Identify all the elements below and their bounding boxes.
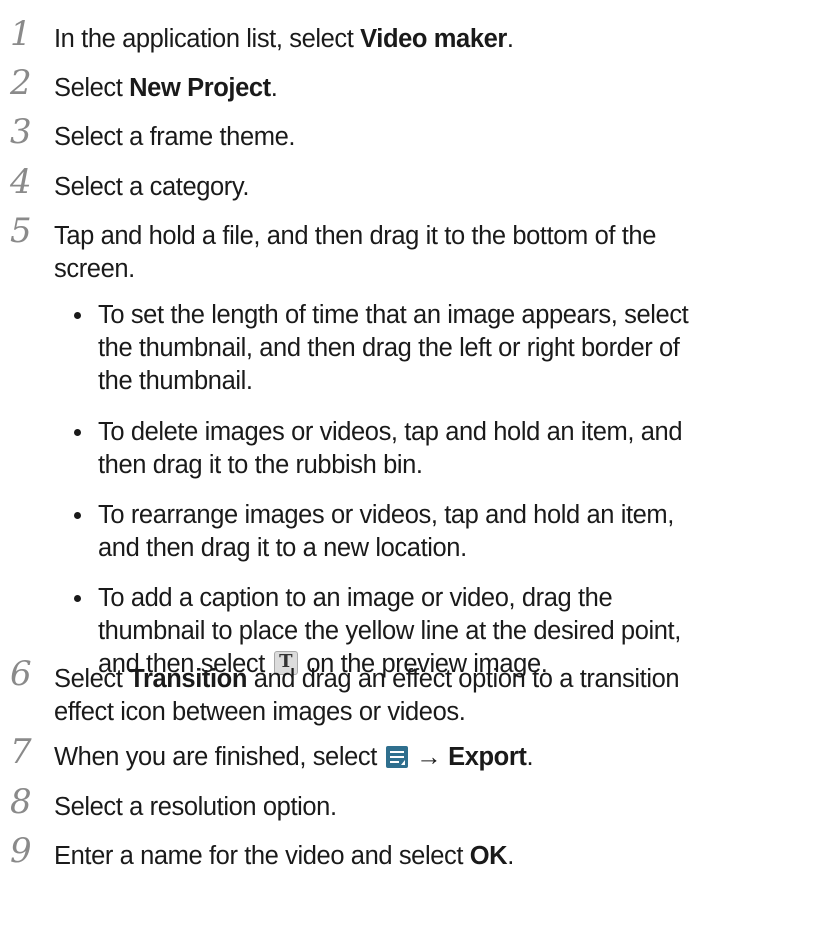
bullet-dot (74, 312, 81, 319)
step-text-line: effect icon between images or videos. (54, 698, 466, 726)
bullet-line: then drag it to the rubbish bin. (98, 451, 423, 479)
bullet-line: To delete images or videos, tap and hold… (98, 418, 683, 446)
bullet-line: the thumbnail, and then drag the left or… (98, 334, 680, 362)
bullet-line: the thumbnail. (98, 367, 253, 395)
bullet-dot (74, 429, 81, 436)
step-text-plain: Select (54, 74, 130, 102)
step-number: 3 (10, 112, 32, 152)
bullet-dot (74, 595, 81, 602)
step-text-plain: . (526, 743, 534, 771)
bullet-line: To rearrange images or videos, tap and h… (98, 501, 674, 529)
step-text-line: Tap and hold a file, and then drag it to… (54, 222, 656, 250)
bullet-item: To set the length of time that an image … (72, 298, 812, 399)
step-text: Select a resolution option. (54, 793, 337, 821)
bullet-line: thumbnail to place the yellow line at th… (98, 617, 681, 645)
step-text: Select New Project. (54, 71, 806, 106)
bullet-line: To add a caption to an image or video, d… (98, 584, 613, 612)
ui-term: New Project (129, 74, 271, 102)
step-text-plain: and drag an effect option to a transitio… (247, 665, 680, 693)
step-number: 8 (10, 782, 32, 822)
instruction-page: 1 In the application list, select Video … (0, 0, 816, 925)
step-text: In the application list, select Video ma… (54, 22, 806, 57)
step-text-plain: In the application list, select (54, 25, 361, 53)
menu-icon (385, 746, 408, 768)
arrow-glyph: → (409, 743, 449, 771)
step-text: Select a frame theme. (54, 123, 296, 151)
step-text-plain: When you are finished, select (54, 743, 384, 771)
ui-term: Video maker (360, 25, 507, 53)
step-number: 4 (10, 162, 32, 202)
bullet-line: To set the length of time that an image … (98, 301, 689, 329)
step-text-plain: Enter a name for the video and select (54, 842, 470, 870)
bullet-item: To delete images or videos, tap and hold… (72, 415, 812, 483)
step-text-plain: . (506, 25, 514, 53)
step-number: 5 (10, 211, 32, 251)
step-text-plain: . (270, 74, 278, 102)
bullet-item: To rearrange images or videos, tap and h… (72, 498, 812, 566)
step-text-plain: . (507, 842, 514, 870)
ui-term: Transition (129, 665, 248, 693)
step-text: When you are finished, select → Export. (54, 740, 806, 775)
bullet-dot (74, 512, 81, 519)
step-text: Select a category. (54, 173, 250, 201)
step-number: 6 (10, 654, 32, 694)
step-number: 1 (10, 14, 32, 54)
step-text: Enter a name for the video and select OK… (54, 839, 806, 874)
step-text-plain: Select (54, 665, 130, 693)
step-number: 7 (10, 732, 32, 772)
step-text-line: Select Transition and drag an effect opt… (54, 662, 806, 697)
step-number: 9 (10, 831, 32, 871)
step-number: 2 (10, 63, 32, 103)
step-text-line: screen. (54, 255, 135, 283)
bullet-line: and then drag it to a new location. (98, 534, 467, 562)
ui-term: Export (448, 743, 527, 771)
ui-term: OK (469, 842, 508, 870)
